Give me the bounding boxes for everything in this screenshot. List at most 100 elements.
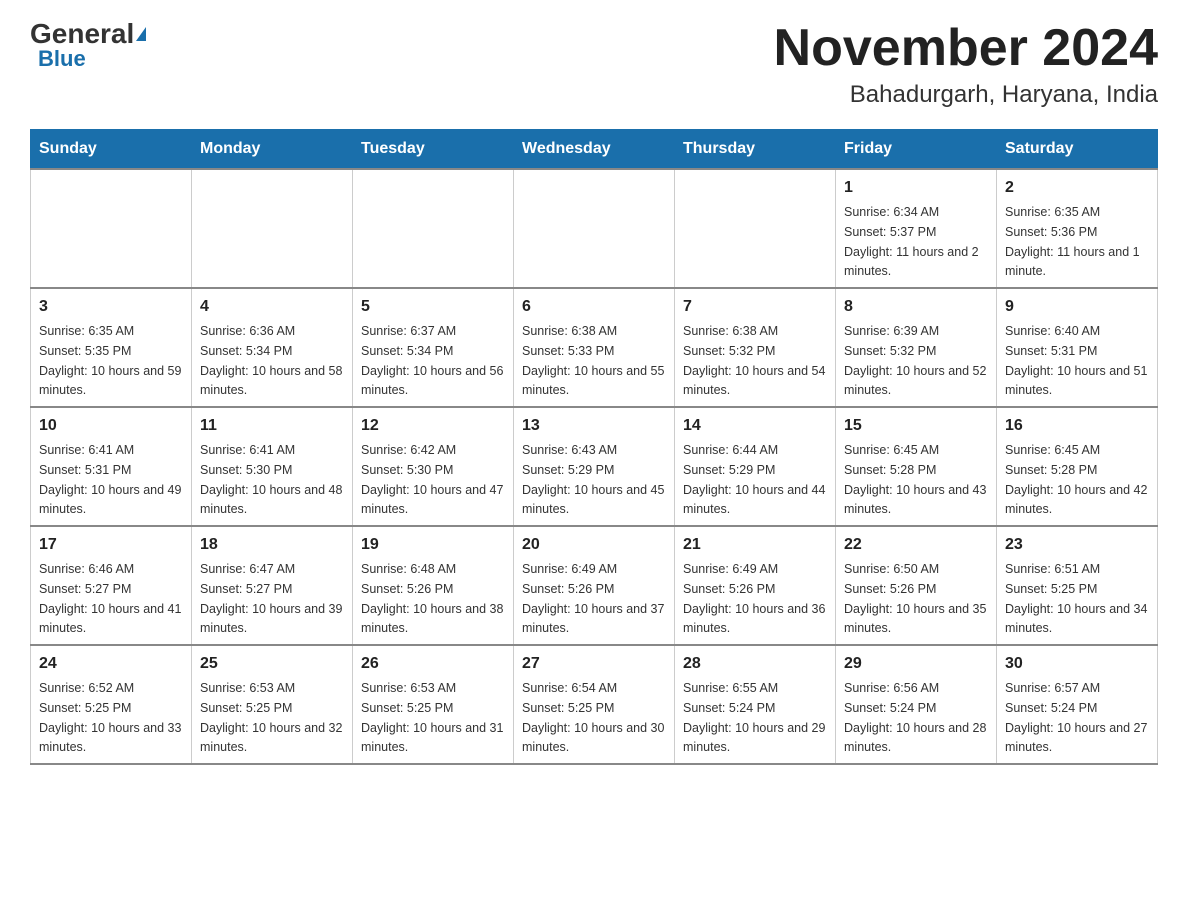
day-info: Sunrise: 6:36 AM Sunset: 5:34 PM Dayligh… [200, 324, 342, 397]
day-info: Sunrise: 6:48 AM Sunset: 5:26 PM Dayligh… [361, 562, 503, 635]
calendar-cell: 28 Sunrise: 6:55 AM Sunset: 5:24 PM Dayli… [675, 645, 836, 764]
calendar-cell: 15 Sunrise: 6:45 AM Sunset: 5:28 PM Dayli… [836, 407, 997, 526]
day-number: 16 [1005, 414, 1149, 438]
day-info: Sunrise: 6:34 AM Sunset: 5:37 PM Dayligh… [844, 205, 979, 278]
day-info: Sunrise: 6:35 AM Sunset: 5:36 PM Dayligh… [1005, 205, 1140, 278]
day-info: Sunrise: 6:41 AM Sunset: 5:31 PM Dayligh… [39, 443, 181, 516]
day-info: Sunrise: 6:53 AM Sunset: 5:25 PM Dayligh… [200, 681, 342, 754]
calendar-cell: 30 Sunrise: 6:57 AM Sunset: 5:24 PM Dayli… [997, 645, 1158, 764]
calendar-cell: 11Sunrise: 6:41 AM Sunset: 5:30 PM Dayli… [192, 407, 353, 526]
day-info: Sunrise: 6:38 AM Sunset: 5:33 PM Dayligh… [522, 324, 664, 397]
week-row-2: 3 Sunrise: 6:35 AM Sunset: 5:35 PM Daylig… [31, 288, 1158, 407]
weekday-header-monday: Monday [192, 130, 353, 170]
day-info: Sunrise: 6:42 AM Sunset: 5:30 PM Dayligh… [361, 443, 503, 516]
day-number: 21 [683, 533, 827, 557]
week-row-1: 1 Sunrise: 6:34 AM Sunset: 5:37 PM Daylig… [31, 169, 1158, 288]
calendar-cell: 10 Sunrise: 6:41 AM Sunset: 5:31 PM Dayli… [31, 407, 192, 526]
calendar-table: SundayMondayTuesdayWednesdayThursdayFrid… [30, 129, 1158, 765]
calendar-cell: 24 Sunrise: 6:52 AM Sunset: 5:25 PM Dayli… [31, 645, 192, 764]
day-number: 19 [361, 533, 505, 557]
day-info: Sunrise: 6:39 AM Sunset: 5:32 PM Dayligh… [844, 324, 986, 397]
day-number: 1 [844, 176, 988, 200]
day-info: Sunrise: 6:45 AM Sunset: 5:28 PM Dayligh… [1005, 443, 1147, 516]
day-number: 17 [39, 533, 183, 557]
day-info: Sunrise: 6:51 AM Sunset: 5:25 PM Dayligh… [1005, 562, 1147, 635]
calendar-cell: 9Sunrise: 6:40 AM Sunset: 5:31 PM Daylig… [997, 288, 1158, 407]
day-info: Sunrise: 6:35 AM Sunset: 5:35 PM Dayligh… [39, 324, 181, 397]
calendar-cell: 25 Sunrise: 6:53 AM Sunset: 5:25 PM Dayli… [192, 645, 353, 764]
header: General Blue November 2024 Bahadurgarh, … [30, 20, 1158, 109]
day-info: Sunrise: 6:52 AM Sunset: 5:25 PM Dayligh… [39, 681, 181, 754]
calendar-cell: 22 Sunrise: 6:50 AM Sunset: 5:26 PM Dayli… [836, 526, 997, 645]
weekday-header-thursday: Thursday [675, 130, 836, 170]
calendar-cell: 3 Sunrise: 6:35 AM Sunset: 5:35 PM Daylig… [31, 288, 192, 407]
day-number: 18 [200, 533, 344, 557]
day-info: Sunrise: 6:49 AM Sunset: 5:26 PM Dayligh… [683, 562, 825, 635]
day-number: 4 [200, 295, 344, 319]
day-info: Sunrise: 6:40 AM Sunset: 5:31 PM Dayligh… [1005, 324, 1147, 397]
day-number: 2 [1005, 176, 1149, 200]
calendar-cell: 4 Sunrise: 6:36 AM Sunset: 5:34 PM Daylig… [192, 288, 353, 407]
weekday-header-sunday: Sunday [31, 130, 192, 170]
calendar-cell: 7 Sunrise: 6:38 AM Sunset: 5:32 PM Daylig… [675, 288, 836, 407]
day-info: Sunrise: 6:54 AM Sunset: 5:25 PM Dayligh… [522, 681, 664, 754]
day-info: Sunrise: 6:45 AM Sunset: 5:28 PM Dayligh… [844, 443, 986, 516]
day-number: 7 [683, 295, 827, 319]
calendar-cell: 27 Sunrise: 6:54 AM Sunset: 5:25 PM Dayli… [514, 645, 675, 764]
calendar-cell: 26Sunrise: 6:53 AM Sunset: 5:25 PM Dayli… [353, 645, 514, 764]
calendar-cell: 29 Sunrise: 6:56 AM Sunset: 5:24 PM Dayli… [836, 645, 997, 764]
calendar-cell: 19 Sunrise: 6:48 AM Sunset: 5:26 PM Dayli… [353, 526, 514, 645]
day-number: 3 [39, 295, 183, 319]
week-row-3: 10 Sunrise: 6:41 AM Sunset: 5:31 PM Dayli… [31, 407, 1158, 526]
title-area: November 2024 Bahadurgarh, Haryana, Indi… [774, 20, 1158, 109]
day-number: 27 [522, 652, 666, 676]
day-info: Sunrise: 6:43 AM Sunset: 5:29 PM Dayligh… [522, 443, 664, 516]
logo-triangle-icon [136, 27, 146, 41]
weekday-header-tuesday: Tuesday [353, 130, 514, 170]
calendar-cell: 17 Sunrise: 6:46 AM Sunset: 5:27 PM Dayli… [31, 526, 192, 645]
day-info: Sunrise: 6:57 AM Sunset: 5:24 PM Dayligh… [1005, 681, 1147, 754]
calendar-cell: 8Sunrise: 6:39 AM Sunset: 5:32 PM Daylig… [836, 288, 997, 407]
day-number: 12 [361, 414, 505, 438]
calendar-cell: 16 Sunrise: 6:45 AM Sunset: 5:28 PM Dayli… [997, 407, 1158, 526]
calendar-cell: 1 Sunrise: 6:34 AM Sunset: 5:37 PM Daylig… [836, 169, 997, 288]
calendar-cell [353, 169, 514, 288]
weekday-header-saturday: Saturday [997, 130, 1158, 170]
calendar-cell [31, 169, 192, 288]
calendar-cell [192, 169, 353, 288]
calendar-cell: 2 Sunrise: 6:35 AM Sunset: 5:36 PM Daylig… [997, 169, 1158, 288]
day-number: 24 [39, 652, 183, 676]
day-info: Sunrise: 6:37 AM Sunset: 5:34 PM Dayligh… [361, 324, 503, 397]
calendar-cell: 20Sunrise: 6:49 AM Sunset: 5:26 PM Dayli… [514, 526, 675, 645]
day-number: 30 [1005, 652, 1149, 676]
day-number: 15 [844, 414, 988, 438]
calendar-cell: 12 Sunrise: 6:42 AM Sunset: 5:30 PM Dayli… [353, 407, 514, 526]
calendar-cell: 6Sunrise: 6:38 AM Sunset: 5:33 PM Daylig… [514, 288, 675, 407]
day-number: 28 [683, 652, 827, 676]
day-info: Sunrise: 6:55 AM Sunset: 5:24 PM Dayligh… [683, 681, 825, 754]
week-row-4: 17 Sunrise: 6:46 AM Sunset: 5:27 PM Dayli… [31, 526, 1158, 645]
day-number: 29 [844, 652, 988, 676]
day-number: 22 [844, 533, 988, 557]
weekday-header-wednesday: Wednesday [514, 130, 675, 170]
weekday-header-row: SundayMondayTuesdayWednesdayThursdayFrid… [31, 130, 1158, 170]
day-info: Sunrise: 6:38 AM Sunset: 5:32 PM Dayligh… [683, 324, 825, 397]
day-info: Sunrise: 6:50 AM Sunset: 5:26 PM Dayligh… [844, 562, 986, 635]
day-number: 10 [39, 414, 183, 438]
day-number: 13 [522, 414, 666, 438]
calendar-cell: 5Sunrise: 6:37 AM Sunset: 5:34 PM Daylig… [353, 288, 514, 407]
day-number: 25 [200, 652, 344, 676]
calendar-cell: 14Sunrise: 6:44 AM Sunset: 5:29 PM Dayli… [675, 407, 836, 526]
calendar-cell [514, 169, 675, 288]
calendar-cell: 23 Sunrise: 6:51 AM Sunset: 5:25 PM Dayli… [997, 526, 1158, 645]
day-info: Sunrise: 6:47 AM Sunset: 5:27 PM Dayligh… [200, 562, 342, 635]
logo-blue-text: Blue [38, 46, 86, 72]
day-info: Sunrise: 6:49 AM Sunset: 5:26 PM Dayligh… [522, 562, 664, 635]
day-info: Sunrise: 6:46 AM Sunset: 5:27 PM Dayligh… [39, 562, 181, 635]
day-info: Sunrise: 6:44 AM Sunset: 5:29 PM Dayligh… [683, 443, 825, 516]
day-number: 23 [1005, 533, 1149, 557]
day-info: Sunrise: 6:56 AM Sunset: 5:24 PM Dayligh… [844, 681, 986, 754]
day-info: Sunrise: 6:53 AM Sunset: 5:25 PM Dayligh… [361, 681, 503, 754]
calendar-cell [675, 169, 836, 288]
calendar-cell: 21 Sunrise: 6:49 AM Sunset: 5:26 PM Dayli… [675, 526, 836, 645]
